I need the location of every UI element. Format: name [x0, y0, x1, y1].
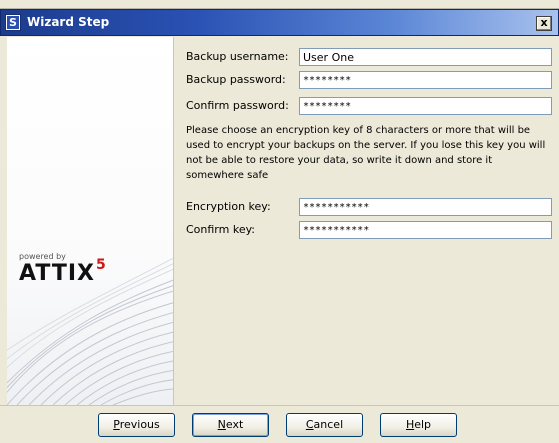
logo-text: ATTIX [19, 261, 95, 286]
app-icon-glyph: S [7, 16, 19, 29]
close-button[interactable]: x [536, 16, 552, 31]
previous-label-rest: revious [119, 418, 160, 431]
confirm-key-label: Confirm key: [186, 223, 256, 236]
logo-superscript: 5 [95, 257, 107, 273]
window-top-edge [0, 0, 559, 9]
help-button[interactable]: Help [380, 413, 457, 437]
next-mnemonic: N [217, 418, 226, 431]
encryption-instructions: Please choose an encryption key of 8 cha… [186, 125, 546, 181]
confirm-password-label: Confirm password: [186, 99, 289, 112]
cancel-button[interactable]: Cancel [286, 413, 363, 437]
encryption-key-label: Encryption key: [186, 200, 271, 213]
wizard-form: Backup username: Backup password: Confir… [174, 37, 559, 405]
next-label-rest: ext [225, 418, 244, 431]
cancel-label-rest: ancel [313, 418, 344, 431]
cancel-mnemonic: C [305, 418, 314, 431]
window-title: Wizard Step [27, 15, 110, 29]
title-bar[interactable]: S Wizard Step x [0, 9, 559, 36]
backup-password-input[interactable] [299, 71, 552, 89]
confirm-password-input[interactable] [299, 97, 552, 115]
backup-password-label: Backup password: [186, 73, 286, 86]
attix-logo: ATTIX5 [19, 257, 106, 286]
button-bar: Previous Next Cancel Help [0, 405, 559, 443]
previous-button[interactable]: Previous [98, 413, 175, 437]
backup-username-label: Backup username: [186, 50, 289, 63]
backup-username-input[interactable] [299, 48, 552, 66]
powered-by-label: powered by [19, 252, 66, 261]
app-icon: S [5, 14, 21, 31]
help-mnemonic: H [405, 418, 415, 431]
swoosh-graphic [7, 257, 173, 405]
confirm-key-input[interactable] [299, 221, 552, 239]
help-label-rest: elp [414, 418, 432, 431]
encryption-key-input[interactable] [299, 198, 552, 216]
branding-panel: powered by ATTIX5 [7, 37, 174, 405]
next-button[interactable]: Next [192, 413, 269, 437]
close-icon: x [540, 16, 548, 29]
